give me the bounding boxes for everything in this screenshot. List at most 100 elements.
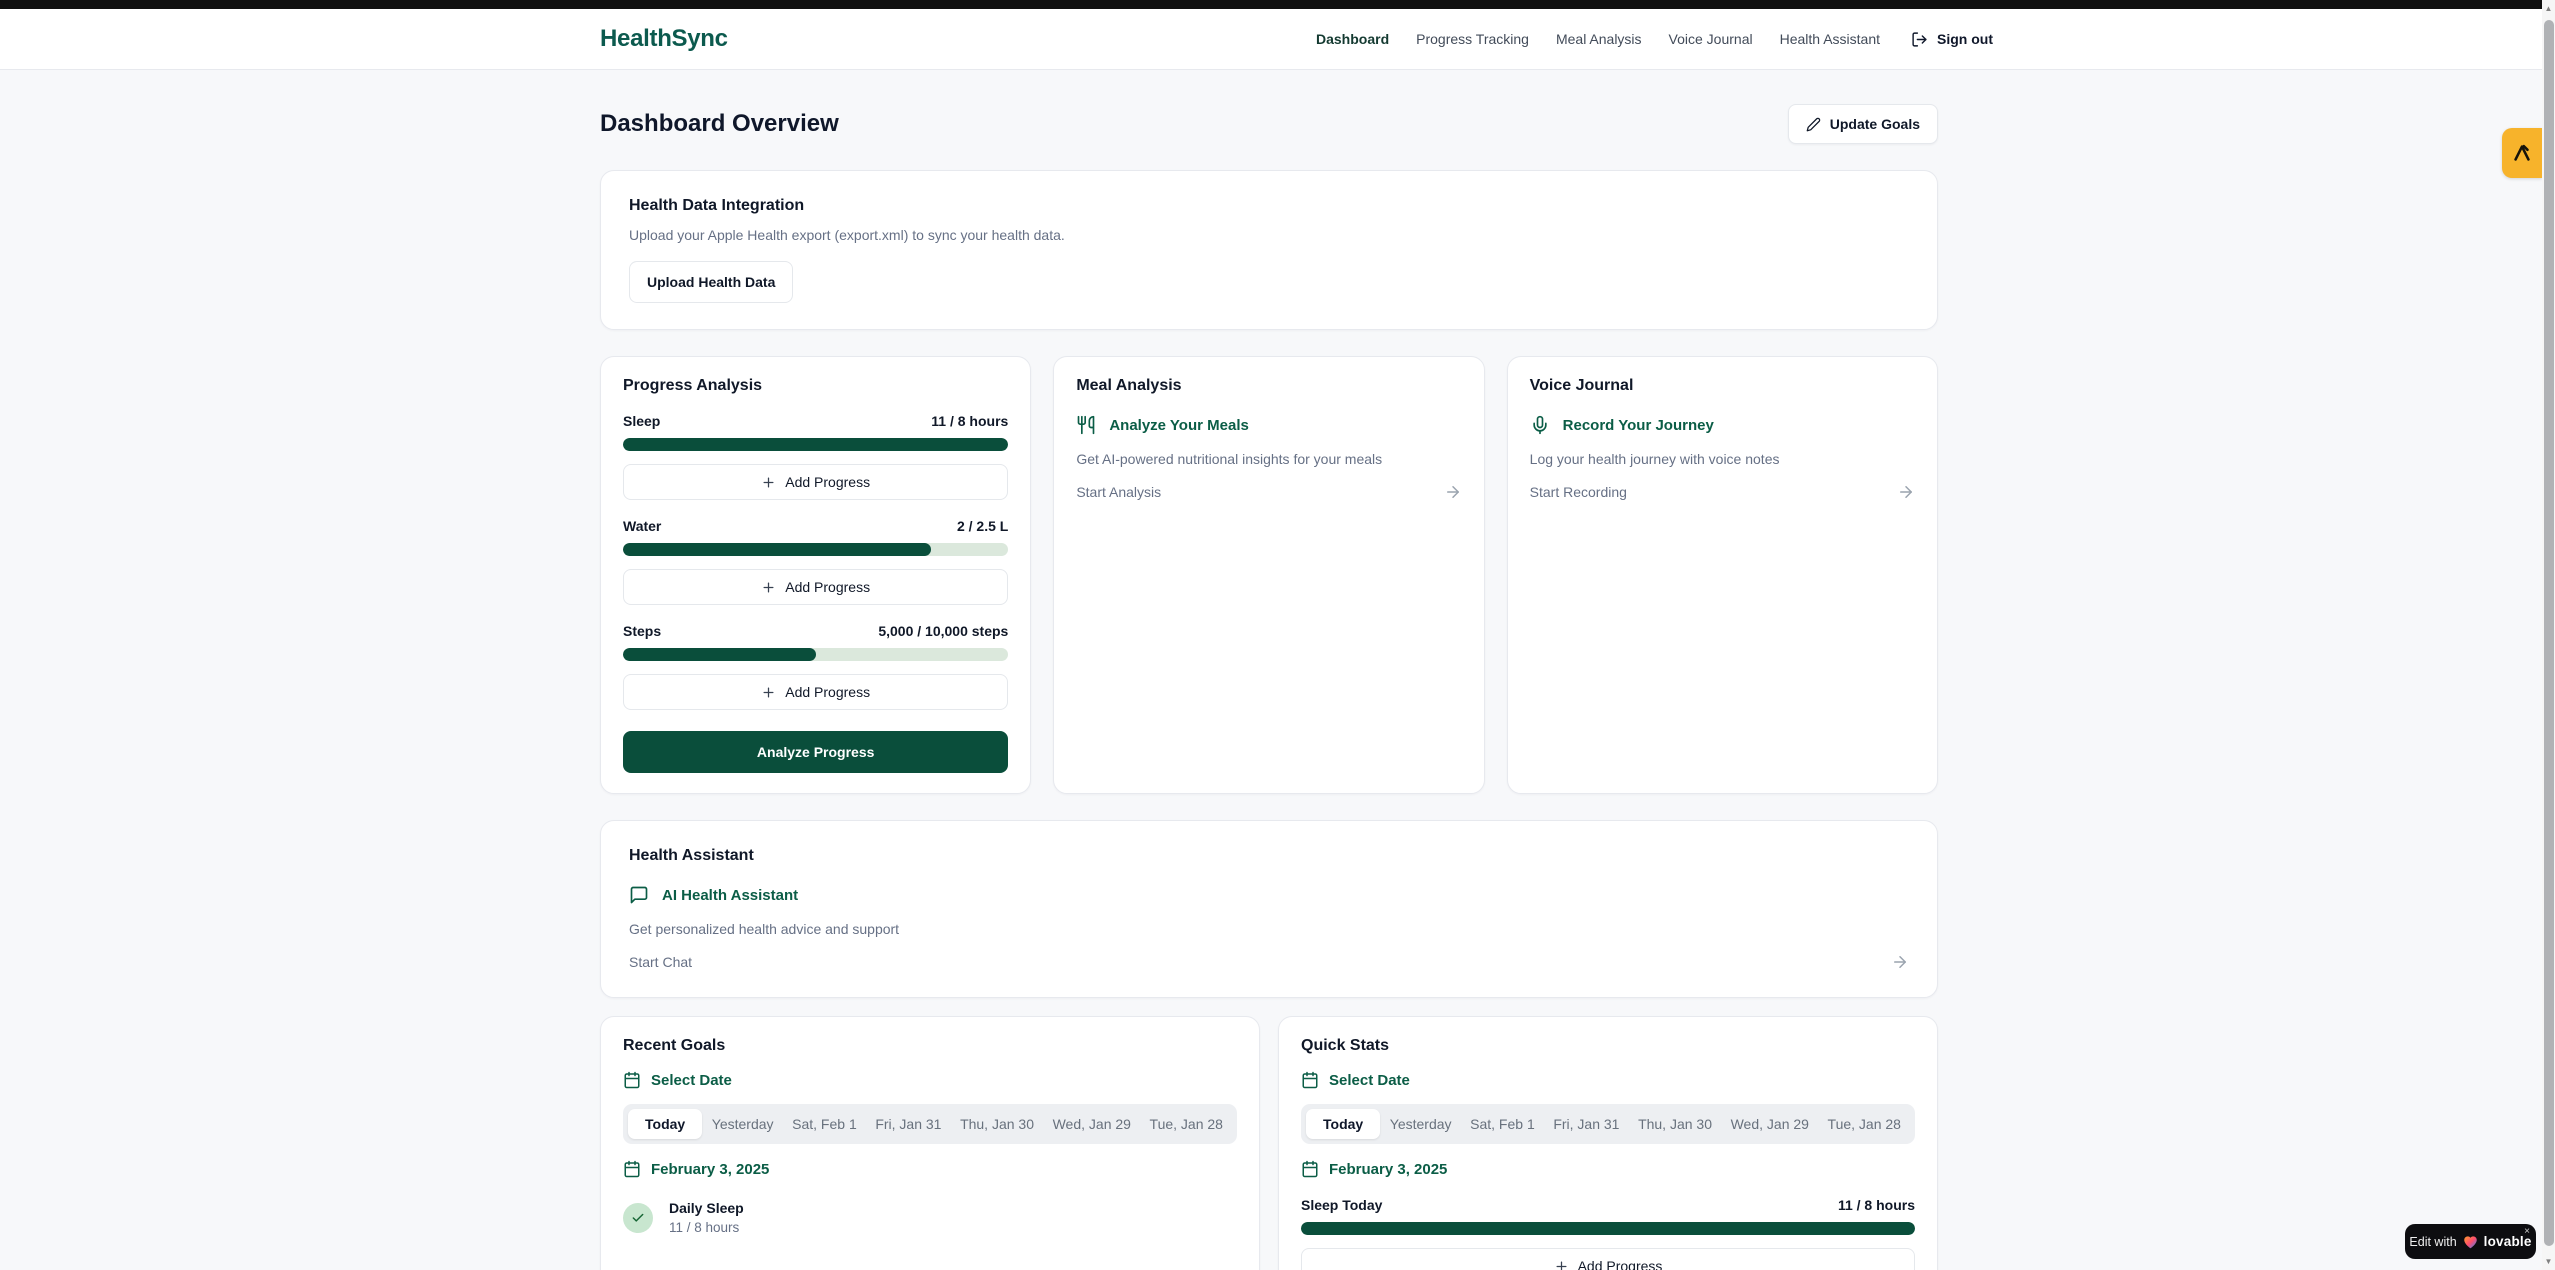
calendar-icon [1301,1071,1319,1089]
card-description: Upload your Apple Health export (export.… [629,227,1909,243]
tab-fri-jan-31[interactable]: Fri, Jan 31 [866,1116,950,1132]
health-data-integration-card: Health Data Integration Upload your Appl… [600,170,1938,330]
tab-today[interactable]: Today [1306,1109,1380,1139]
tab-tue-jan-28[interactable]: Tue, Jan 28 [1819,1116,1910,1132]
tab-wed-jan-29[interactable]: Wed, Jan 29 [1044,1116,1140,1132]
steps-progress-bar [623,648,1008,661]
calendar-icon [623,1160,641,1178]
record-your-journey-link[interactable]: Record Your Journey [1530,415,1915,435]
tab-thu-jan-30[interactable]: Thu, Jan 30 [1629,1116,1721,1132]
nav-dashboard[interactable]: Dashboard [1316,31,1389,47]
meal-analysis-card: Meal Analysis Analyze Your Meals Get AI-… [1053,356,1484,794]
card-title: Health Data Integration [629,197,1909,215]
upload-health-data-button[interactable]: Upload Health Data [629,261,793,303]
goal-steps: Steps 5,000 / 10,000 steps Add Progress [623,623,1008,710]
add-progress-sleep-button[interactable]: Add Progress [623,464,1008,500]
plus-icon [761,475,776,490]
plus-icon [761,580,776,595]
nav-voice-journal[interactable]: Voice Journal [1669,31,1753,47]
lovable-side-tab[interactable] [2502,128,2542,178]
water-progress-bar [623,543,1008,556]
stat-label: Sleep Today [1301,1197,1382,1213]
nav-progress-tracking[interactable]: Progress Tracking [1416,31,1529,47]
main-nav: Dashboard Progress Tracking Meal Analysi… [1316,31,1993,48]
date-tabs: Today Yesterday Sat, Feb 1 Fri, Jan 31 T… [623,1104,1237,1144]
nav-health-assistant[interactable]: Health Assistant [1780,31,1880,47]
arrow-right-icon[interactable] [1444,483,1462,501]
ai-health-assistant-link[interactable]: AI Health Assistant [629,885,1909,905]
plus-icon [761,685,776,700]
tab-sat-feb-1[interactable]: Sat, Feb 1 [783,1116,866,1132]
goal-label: Steps [623,623,661,639]
pencil-icon [1806,117,1821,132]
edit-with-lovable-badge[interactable]: Edit with lovable × [2405,1224,2536,1259]
add-progress-button[interactable]: Add Progress [1301,1248,1915,1270]
tab-fri-jan-31[interactable]: Fri, Jan 31 [1544,1116,1628,1132]
progress-analysis-card: Progress Analysis Sleep 11 / 8 hours Add… [600,356,1031,794]
scrollbar-thumb[interactable] [2544,20,2554,1246]
selected-date: February 3, 2025 [623,1160,1237,1178]
analyze-progress-button[interactable]: Analyze Progress [623,731,1008,773]
start-recording-link[interactable]: Start Recording [1530,484,1627,500]
voice-journal-card: Voice Journal Record Your Journey Log yo… [1507,356,1938,794]
arrow-right-icon[interactable] [1891,953,1909,971]
card-title: Progress Analysis [623,377,1008,395]
app-header: HealthSync Dashboard Progress Tracking M… [0,9,2555,70]
analyze-your-meals-link[interactable]: Analyze Your Meals [1076,415,1461,435]
card-description: Get AI-powered nutritional insights for … [1076,451,1461,467]
select-date-button[interactable]: Select Date [1301,1071,1915,1089]
recent-goals-card: Recent Goals Select Date Today Yesterday… [600,1016,1260,1270]
close-icon[interactable]: × [2524,1227,2530,1237]
scrollbar-up-arrow[interactable]: ▲ [2542,4,2555,13]
log-out-icon [1911,31,1928,48]
goal-progress-text: 11 / 8 hours [669,1220,744,1235]
card-description: Get personalized health advice and suppo… [629,921,1909,937]
plus-icon [1554,1259,1569,1270]
card-title: Recent Goals [623,1037,1237,1055]
calendar-icon [623,1071,641,1089]
microphone-icon [1530,415,1550,435]
selected-date: February 3, 2025 [1301,1160,1915,1178]
start-analysis-link[interactable]: Start Analysis [1076,484,1161,500]
start-chat-link[interactable]: Start Chat [629,954,692,970]
card-title: Health Assistant [629,847,1909,865]
tab-yesterday[interactable]: Yesterday [1381,1116,1461,1132]
date-tabs: Today Yesterday Sat, Feb 1 Fri, Jan 31 T… [1301,1104,1915,1144]
tab-tue-jan-28[interactable]: Tue, Jan 28 [1141,1116,1232,1132]
check-icon [623,1203,653,1233]
tab-wed-jan-29[interactable]: Wed, Jan 29 [1722,1116,1818,1132]
card-description: Log your health journey with voice notes [1530,451,1915,467]
sign-out-button[interactable]: Sign out [1911,31,1993,48]
goal-value: 2 / 2.5 L [957,518,1008,534]
tab-today[interactable]: Today [628,1109,702,1139]
arrow-right-icon[interactable] [1897,483,1915,501]
nav-meal-analysis[interactable]: Meal Analysis [1556,31,1642,47]
heart-gradient-icon [2463,1235,2478,1249]
goal-list-item: Daily Sleep 11 / 8 hours [623,1200,1237,1235]
calendar-icon [1301,1160,1319,1178]
tab-yesterday[interactable]: Yesterday [703,1116,783,1132]
goal-label: Water [623,518,661,534]
add-progress-steps-button[interactable]: Add Progress [623,674,1008,710]
goal-value: 11 / 8 hours [931,413,1008,429]
sleep-today-progress-bar [1301,1222,1915,1235]
goal-sleep: Sleep 11 / 8 hours Add Progress [623,413,1008,500]
message-square-icon [629,885,649,905]
tab-thu-jan-30[interactable]: Thu, Jan 30 [951,1116,1043,1132]
app-logo[interactable]: HealthSync [600,25,728,53]
select-date-button[interactable]: Select Date [623,1071,1237,1089]
sleep-progress-bar [623,438,1008,451]
utensils-icon [1076,415,1096,435]
page-scrollbar[interactable]: ▲ ▼ [2542,0,2555,1270]
lovable-mark-icon [2511,142,2533,164]
browser-top-strip [0,0,2542,9]
page-title: Dashboard Overview [600,110,839,138]
card-title: Quick Stats [1301,1037,1915,1055]
card-title: Voice Journal [1530,377,1915,395]
update-goals-button[interactable]: Update Goals [1788,104,1938,144]
add-progress-water-button[interactable]: Add Progress [623,569,1008,605]
card-title: Meal Analysis [1076,377,1461,395]
goal-value: 5,000 / 10,000 steps [878,623,1008,639]
scrollbar-down-arrow[interactable]: ▼ [2542,1257,2555,1266]
tab-sat-feb-1[interactable]: Sat, Feb 1 [1461,1116,1544,1132]
